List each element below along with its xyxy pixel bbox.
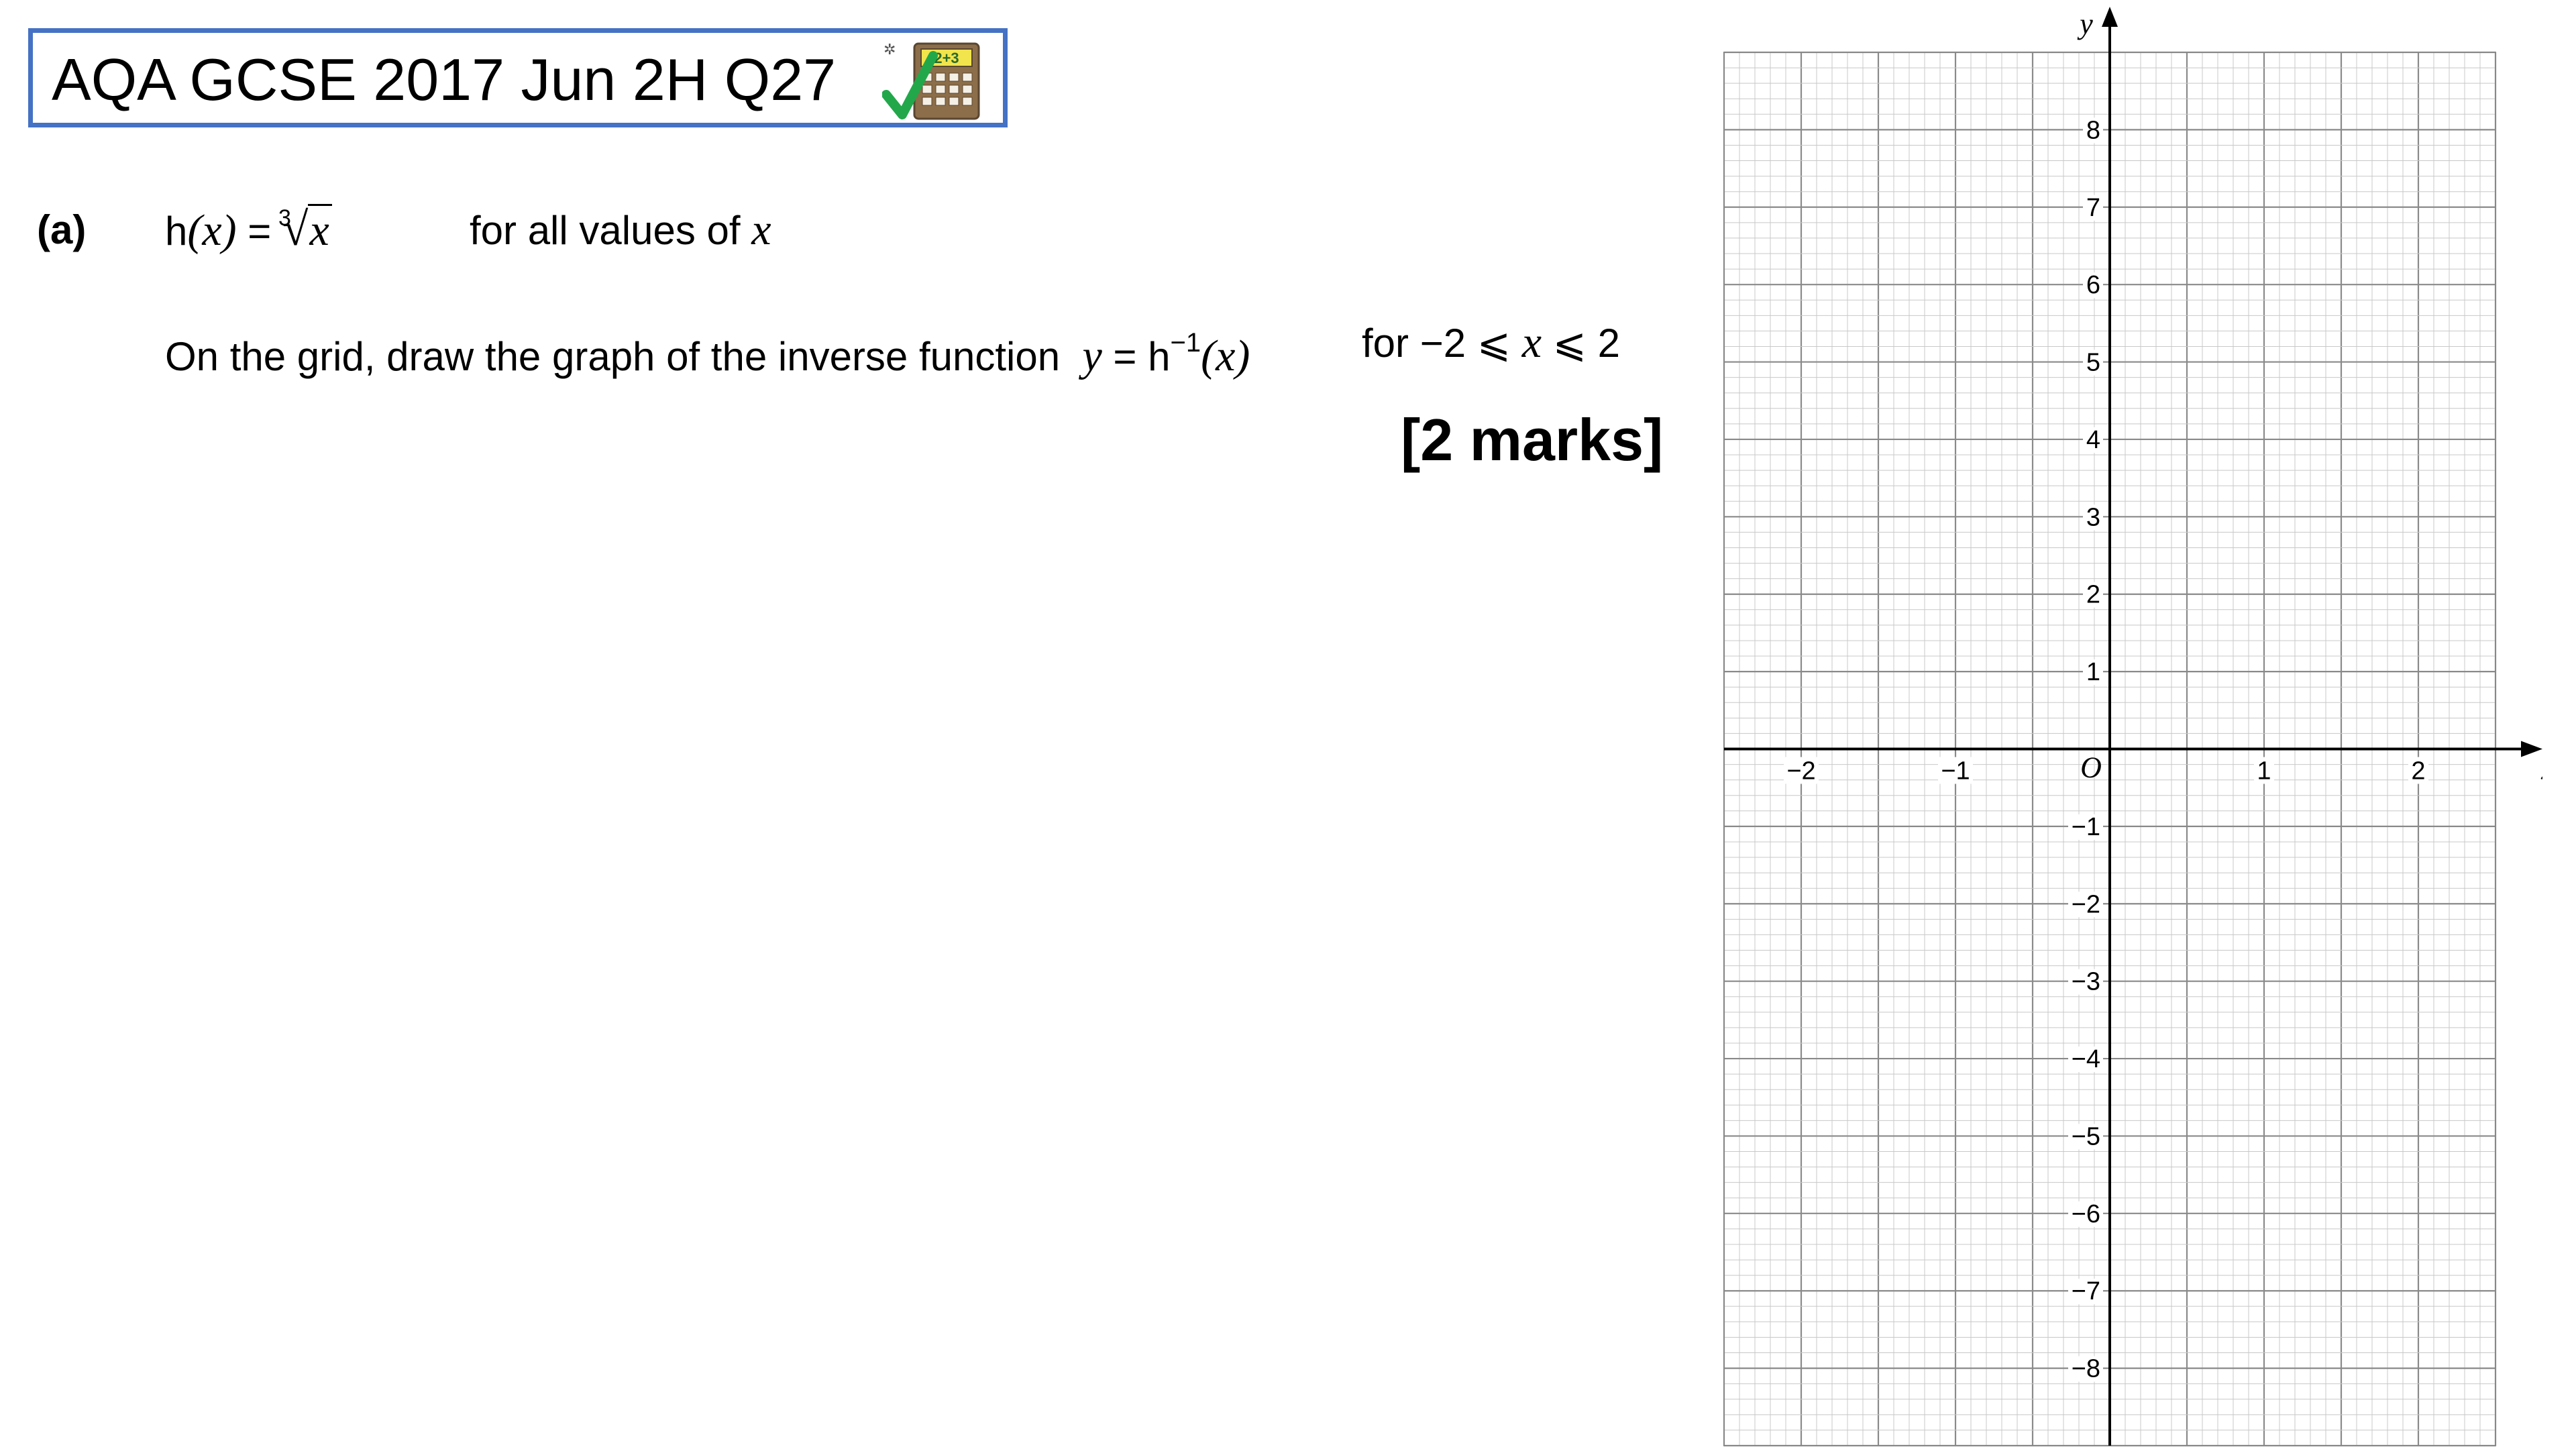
calculator-display: 2+3 [934, 50, 959, 66]
instruction: On the grid, draw the graph of the inver… [165, 319, 1250, 380]
domain-var: x [751, 205, 771, 254]
y-tick-label: 5 [2086, 349, 2100, 377]
part-label: (a) [37, 207, 87, 252]
y-tick-label: −5 [2072, 1122, 2100, 1150]
y-tick-label: −1 [2072, 813, 2100, 841]
x-tick-label: 2 [2411, 757, 2425, 786]
y-tick-label: −3 [2072, 968, 2100, 996]
graph-grid[interactable]: −2 −1 1 2 8 7 6 5 4 3 2 1 −1 −2 −3 −4 −5 −6 −7 −8 Ox y [1717, 0, 2542, 1449]
y-axis-label: y [2077, 7, 2093, 40]
y-tick-label: −8 [2072, 1355, 2100, 1383]
x-axis-arrow-icon [2521, 741, 2542, 757]
radicand: x [308, 204, 332, 255]
function-arg: (x) [187, 206, 237, 255]
cube-root: 3 √x [278, 204, 332, 255]
domain-text: for all values of [470, 208, 741, 253]
x-axis-label: x [2540, 753, 2542, 786]
range-statement: for −2 ⩽ x ⩽ 2 [1362, 319, 1620, 367]
y-tick-label: 7 [2086, 194, 2100, 222]
y-tick-label: 6 [2086, 271, 2100, 299]
y-tick-label: 4 [2086, 426, 2100, 454]
inverse-arg: (x) [1201, 331, 1250, 380]
marks-label: [2 marks] [1401, 407, 1664, 473]
inverse-eq: = h [1102, 334, 1171, 379]
y-axis-arrow-icon [2102, 7, 2118, 27]
instruction-text: On the grid, draw the graph of the inver… [165, 334, 1061, 379]
x-tick-label: −1 [1941, 757, 1970, 786]
domain-statement: for all values of x [470, 207, 771, 254]
title-box: AQA GCSE 2017 Jun 2H Q27 ✲ 2+3 [28, 28, 1008, 127]
inverse-lhs: y [1082, 331, 1102, 380]
equals-sign: = [236, 209, 283, 254]
root-index: 3 [278, 205, 291, 231]
y-tick-label: 1 [2086, 658, 2100, 686]
page-title: AQA GCSE 2017 Jun 2H Q27 [52, 46, 837, 113]
y-tick-label: −4 [2072, 1045, 2100, 1073]
y-tick-label: −6 [2072, 1200, 2100, 1228]
calculator-allowed-icon: ✲ 2+3 [882, 42, 980, 120]
sparkle-icon: ✲ [883, 42, 896, 58]
inverse-sup: −1 [1170, 328, 1201, 358]
range-suffix: ⩽ 2 [1542, 321, 1620, 366]
function-name: h [165, 209, 188, 254]
range-var: x [1521, 318, 1542, 367]
y-tick-label: −7 [2072, 1277, 2100, 1305]
y-tick-label: 8 [2086, 116, 2100, 144]
function-definition: h(x) = 3 √x [165, 204, 332, 255]
y-tick-label: −2 [2072, 890, 2100, 918]
y-tick-label: 3 [2086, 503, 2100, 531]
y-tick-label: 2 [2086, 581, 2100, 609]
svg-text:✲: ✲ [883, 42, 896, 58]
x-tick-label: 1 [2257, 757, 2271, 786]
origin-label: O [2080, 751, 2102, 784]
range-prefix: for −2 ⩽ [1362, 321, 1522, 366]
tick-labels: −2 −1 1 2 8 7 6 5 4 3 2 1 −1 −2 −3 −4 −5 −6 −7 −8 Ox y [1784, 7, 2542, 1383]
x-tick-label: −2 [1786, 757, 1815, 786]
